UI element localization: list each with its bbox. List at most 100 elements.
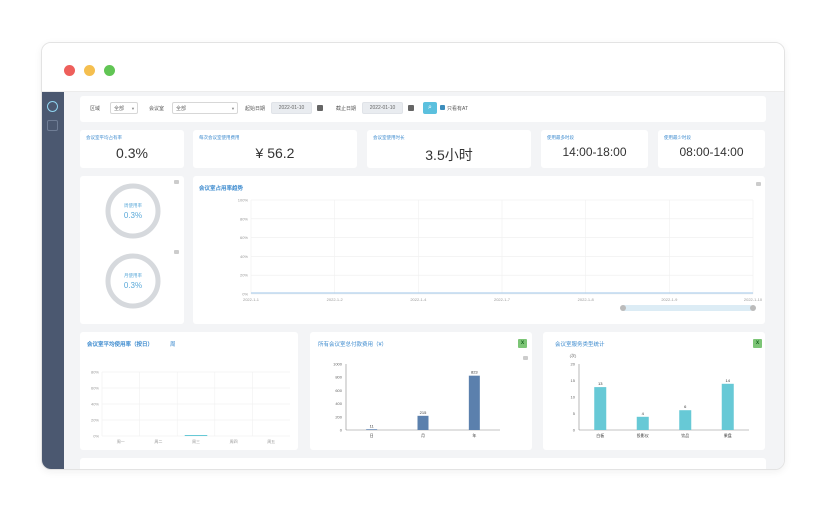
stat-card-occupancy: 会议室平均占有率 0.3% bbox=[80, 130, 184, 168]
stat-card-low-time: 使用最少时段 08:00-14:00 bbox=[658, 130, 765, 168]
x-tick-label: 周五 bbox=[267, 438, 275, 444]
x-tick-label: 年 bbox=[472, 432, 476, 438]
bar bbox=[721, 383, 734, 430]
data-label: 13 bbox=[598, 381, 603, 386]
cost-chart: 1000 800 600 400 200 0 11 日 215 月 823 年 bbox=[333, 362, 500, 438]
service-card: 会议室服务类型统计 x (次) 20 15 10 5 0 13 白板 4 投影仪 6 饮品 14 果盘 bbox=[543, 332, 765, 450]
x-tick-label: 2022-1-9 bbox=[661, 297, 678, 302]
y-tick-label: 10 bbox=[571, 395, 576, 400]
slider-handle bbox=[750, 305, 756, 311]
collapse-icon[interactable] bbox=[174, 180, 179, 184]
usage-donut-panel: 周使用率 0.3% 月使用率 0.3% bbox=[80, 176, 184, 324]
y-tick-label: 600 bbox=[335, 388, 342, 393]
checkbox-label: 只看有AT bbox=[447, 106, 469, 112]
chevron-down-icon: ▼ bbox=[131, 106, 135, 111]
end-date-label: 截止日期 bbox=[336, 106, 357, 112]
zoom-slider bbox=[621, 305, 753, 311]
y-tick-label: 40% bbox=[240, 254, 248, 259]
trend-chart: 100% 80% 60% 40% 20% 0%2022-1-1 2022-1-2 2022-1… bbox=[238, 198, 763, 311]
room-label: 会议室 bbox=[149, 106, 165, 112]
x-tick-label: 周三 bbox=[192, 438, 200, 444]
chevron-down-icon: ▼ bbox=[231, 106, 235, 111]
calendar-icon[interactable] bbox=[408, 105, 414, 111]
app-window: 区域 全部 ▼ 会议室 全部 ▼ 起始日期 2022-01-10 截止日期 20… bbox=[41, 42, 785, 470]
start-date-label: 起始日期 bbox=[245, 106, 266, 112]
y-tick-label: 80% bbox=[240, 216, 248, 221]
y-tick-label: 60% bbox=[91, 386, 99, 391]
bar bbox=[679, 410, 692, 430]
bottom-panel bbox=[80, 458, 766, 469]
slider-handle bbox=[620, 305, 626, 311]
y-tick-label: 20% bbox=[240, 273, 248, 278]
checkbox[interactable] bbox=[440, 105, 445, 110]
bar bbox=[417, 415, 429, 430]
stat-value: 0.3% bbox=[116, 145, 148, 161]
x-tick-label: 周二 bbox=[154, 438, 162, 444]
collapse-icon[interactable] bbox=[174, 250, 179, 254]
x-tick-label: 2022-1-1 bbox=[243, 297, 260, 302]
search-button[interactable]: ⌕ bbox=[423, 102, 437, 114]
start-date-input[interactable]: 2022-01-10 bbox=[271, 102, 312, 114]
region-select[interactable]: 全部 ▼ bbox=[110, 102, 138, 114]
stat-card-peak-time: 使用最多时段 14:00-18:00 bbox=[541, 130, 648, 168]
x-tick-label: 2022-1-2 bbox=[327, 297, 344, 302]
stat-value: 3.5小时 bbox=[425, 147, 473, 163]
dashboard: 区域 全部 ▼ 会议室 全部 ▼ 起始日期 2022-01-10 截止日期 20… bbox=[42, 91, 784, 469]
stat-card-duration: 会议室使用时长 3.5小时 bbox=[367, 130, 531, 168]
x-tick-label: 月 bbox=[421, 433, 425, 438]
stat-label: 使用最多时段 bbox=[547, 135, 574, 140]
x-tick-label: 白板 bbox=[596, 432, 604, 438]
y-tick-label: 800 bbox=[335, 375, 342, 380]
x-tick-label: 2022-1-4 bbox=[410, 297, 427, 302]
sidebar bbox=[42, 92, 64, 469]
end-date-input[interactable]: 2022-01-10 bbox=[362, 102, 403, 114]
data-label: 823 bbox=[471, 370, 478, 375]
x-tick-label: 2022-1-8 bbox=[578, 297, 595, 302]
y-tick-label: 5 bbox=[573, 411, 576, 416]
x-tick-label: 日 bbox=[370, 433, 374, 438]
donut-value: 0.3% bbox=[123, 211, 143, 220]
room-value: 全部 bbox=[176, 106, 187, 112]
maximize-button[interactable] bbox=[104, 65, 115, 76]
stat-label: 会议室使用时长 bbox=[373, 135, 405, 140]
stat-card-cost: 每次会议室使用费用 ¥ 56.2 bbox=[193, 130, 357, 168]
stat-label: 使用最少时段 bbox=[664, 135, 691, 140]
stat-value: ¥ 56.2 bbox=[255, 145, 295, 161]
y-tick-label: 60% bbox=[240, 235, 248, 240]
donut-label: 月使用率 bbox=[124, 273, 142, 278]
minimize-button[interactable] bbox=[84, 65, 95, 76]
data-label: 14 bbox=[726, 378, 731, 383]
cost-card: 所有会议室总付款费用（¥） x 1000 800 600 400 200 0 11 日 215 月… bbox=[310, 332, 532, 450]
x-tick-label: 周一 bbox=[117, 438, 125, 444]
y-tick-label: 0% bbox=[93, 434, 99, 439]
close-button[interactable] bbox=[64, 65, 75, 76]
room-select[interactable]: 全部 ▼ bbox=[172, 102, 238, 114]
y-tick-label: 40% bbox=[91, 402, 99, 407]
y-tick-label: 0 bbox=[573, 428, 576, 433]
y-tick-label: 80% bbox=[91, 370, 99, 375]
service-chart: (次) 20 15 10 5 0 13 白板 4 投影仪 6 饮品 14 果盘 bbox=[570, 352, 749, 438]
dashboard-icon[interactable] bbox=[47, 101, 58, 112]
document-icon[interactable] bbox=[47, 120, 58, 131]
y-tick-label: 20 bbox=[571, 362, 576, 367]
occupancy-trend-card: 会议室占用率趋势 100% 80% 60% 40% 20% 0% 2022-1-1 2022-… bbox=[193, 176, 765, 324]
y-tick-label: 200 bbox=[335, 414, 342, 419]
data-label: 215 bbox=[420, 410, 427, 415]
data-label: 11 bbox=[370, 423, 375, 428]
bar bbox=[468, 375, 480, 430]
x-tick-label: 2022-1-7 bbox=[494, 297, 511, 302]
x-tick-label: 饮品 bbox=[681, 432, 689, 438]
y-tick-label: 15 bbox=[571, 378, 576, 383]
y-tick-label: 400 bbox=[335, 401, 342, 406]
x-tick-label: 2022-1-10 bbox=[744, 297, 763, 302]
y-tick-label: 100% bbox=[238, 198, 249, 203]
weekday-usage-card: 会议室平均使用率（按日） 周 80% 60% 40% 20% 0% 周一 周二 周三 周四 周五 bbox=[80, 332, 298, 450]
month-usage-donut: 月使用率 0.3% bbox=[104, 252, 162, 310]
donut-label: 周使用率 bbox=[124, 203, 142, 208]
calendar-icon[interactable] bbox=[317, 105, 323, 111]
y-tick-label: 0% bbox=[242, 292, 248, 297]
x-tick-label: 投影仪 bbox=[637, 432, 649, 438]
stat-label: 每次会议室使用费用 bbox=[199, 135, 240, 140]
y-tick-label: 20% bbox=[91, 418, 99, 423]
region-value: 全部 bbox=[114, 106, 125, 112]
